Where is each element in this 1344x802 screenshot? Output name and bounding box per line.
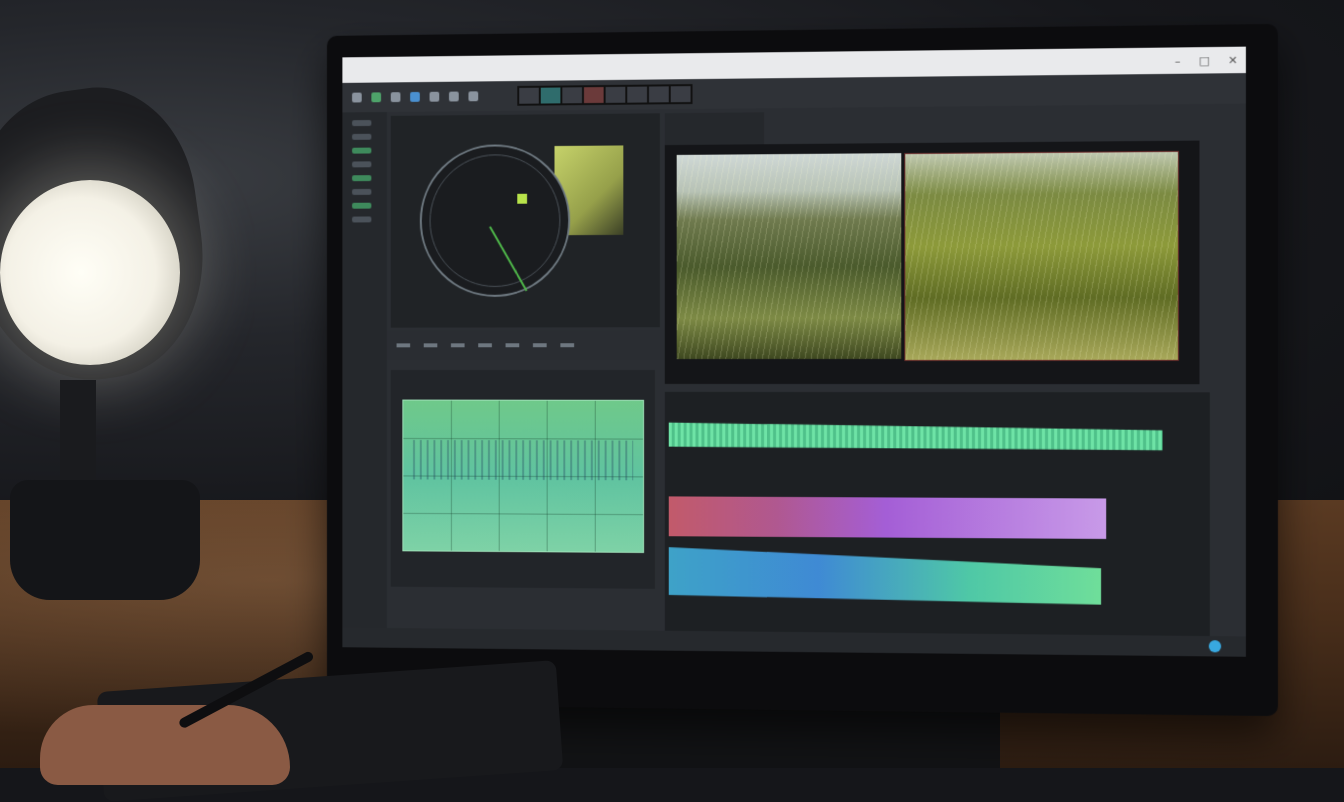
- lamp-neck: [60, 380, 96, 490]
- record-icon[interactable]: [1209, 640, 1221, 652]
- monitor: – □ ✕: [327, 24, 1278, 716]
- thumbnail[interactable]: [541, 87, 561, 103]
- source-frame[interactable]: [677, 153, 902, 359]
- cut-icon[interactable]: [391, 92, 401, 102]
- video-track-2[interactable]: [669, 496, 1106, 539]
- grade-grid[interactable]: [402, 400, 644, 553]
- thumbnail[interactable]: [519, 88, 539, 104]
- thumbnail-strip: [517, 84, 692, 106]
- thumbnail[interactable]: [671, 86, 691, 102]
- scope-marker[interactable]: [517, 194, 527, 204]
- trim-icon[interactable]: [468, 91, 478, 101]
- rail-item[interactable]: [352, 161, 371, 167]
- marker-icon[interactable]: [449, 92, 459, 102]
- rail-item[interactable]: [352, 216, 371, 222]
- window-buttons: – □ ✕: [1175, 53, 1238, 67]
- video-track-3[interactable]: [669, 541, 1101, 604]
- left-rail: [342, 112, 386, 648]
- control-button[interactable]: [451, 343, 465, 347]
- link-icon[interactable]: [430, 92, 440, 102]
- select-icon[interactable]: [410, 92, 420, 102]
- vectorscope-panel: [391, 113, 660, 327]
- undo-icon[interactable]: [352, 93, 362, 103]
- control-button[interactable]: [397, 343, 411, 347]
- scope-ring: [430, 154, 561, 287]
- hand: [40, 705, 290, 785]
- thumbnail[interactable]: [562, 87, 582, 103]
- rail-item[interactable]: [352, 203, 371, 209]
- program-frame[interactable]: [904, 151, 1179, 361]
- maximize-icon[interactable]: □: [1199, 54, 1210, 67]
- lamp-base: [10, 480, 200, 600]
- color-grade-panel: [391, 370, 655, 589]
- waveform-overlay: [413, 440, 633, 480]
- control-button[interactable]: [533, 343, 547, 347]
- thumbnail[interactable]: [649, 86, 669, 102]
- rail-item[interactable]: [352, 148, 371, 154]
- screen: – □ ✕: [342, 47, 1246, 657]
- rail-item[interactable]: [352, 120, 371, 126]
- rail-item[interactable]: [352, 134, 371, 140]
- viewer: [665, 141, 1200, 385]
- thumbnail[interactable]: [606, 87, 626, 103]
- grid-line: [403, 513, 643, 515]
- thumbnail[interactable]: [627, 87, 647, 103]
- rail-item[interactable]: [352, 189, 371, 195]
- lamp-light: [0, 180, 180, 365]
- minimize-icon[interactable]: –: [1175, 54, 1181, 67]
- control-button[interactable]: [424, 343, 438, 347]
- timeline: [665, 392, 1210, 646]
- control-button[interactable]: [478, 343, 492, 347]
- vectorscope[interactable]: [420, 144, 570, 297]
- redo-icon[interactable]: [371, 92, 381, 102]
- rail-item[interactable]: [352, 175, 371, 181]
- control-button[interactable]: [506, 343, 520, 347]
- control-button[interactable]: [560, 343, 574, 347]
- close-icon[interactable]: ✕: [1228, 53, 1238, 66]
- audio-track-1[interactable]: [669, 414, 1163, 459]
- thumbnail[interactable]: [584, 87, 604, 103]
